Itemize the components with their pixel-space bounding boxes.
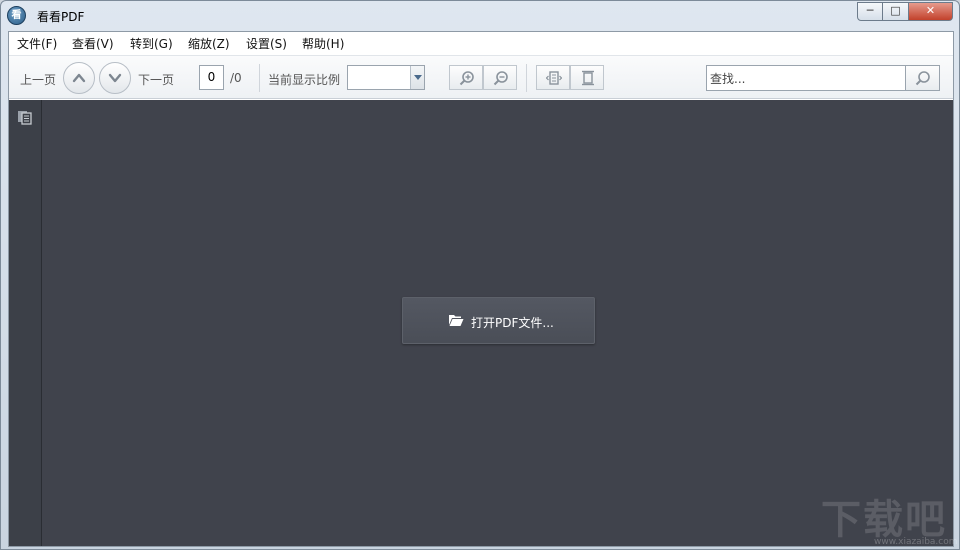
search-icon <box>915 71 930 86</box>
page-number-input[interactable]: 0 <box>199 65 224 90</box>
zoom-in-icon <box>459 71 474 86</box>
open-pdf-button[interactable]: 打开PDF文件... <box>402 297 595 344</box>
toolbar-divider <box>526 64 527 92</box>
zoom-in-button[interactable] <box>449 65 483 90</box>
site-watermark: 下载吧 www.xiazaiba.com <box>819 487 959 549</box>
next-page-label[interactable]: 下一页 <box>138 71 174 88</box>
menu-bar: 文件(F) 查看(V) 转到(G) 缩放(Z) 设置(S) 帮助(H) <box>9 32 953 54</box>
menu-view[interactable]: 查看(V) <box>72 35 114 52</box>
fit-page-icon <box>582 70 594 86</box>
close-button[interactable]: ✕ <box>909 2 953 21</box>
next-page-button[interactable] <box>99 62 131 94</box>
toolbar-divider <box>259 64 260 92</box>
open-pdf-label: 打开PDF文件... <box>471 316 554 330</box>
menu-file[interactable]: 文件(F) <box>17 35 57 52</box>
dropdown-arrow-icon[interactable] <box>410 66 424 89</box>
zoom-ratio-select[interactable] <box>347 65 425 90</box>
open-folder-icon <box>449 315 464 326</box>
chevron-up-icon <box>72 73 86 83</box>
page-total: /0 <box>230 71 242 85</box>
fit-width-button[interactable] <box>536 65 570 90</box>
fit-width-icon <box>546 71 562 85</box>
prev-page-button[interactable] <box>63 62 95 94</box>
search-button[interactable] <box>905 65 940 91</box>
pages-icon[interactable] <box>17 109 33 125</box>
app-window: 看 看看PDF ─ □ ✕ 文件(F) 查看(V) 转到(G) 缩放(Z) 设置… <box>0 0 960 550</box>
zoom-out-icon <box>493 71 508 86</box>
prev-page-label[interactable]: 上一页 <box>20 71 56 88</box>
window-title: 看看PDF <box>37 10 85 24</box>
menu-settings[interactable]: 设置(S) <box>246 35 287 52</box>
client-area: 文件(F) 查看(V) 转到(G) 缩放(Z) 设置(S) 帮助(H) 上一页 … <box>8 31 954 547</box>
toolbar: 上一页 下一页 0 /0 当前显示比例 查找... <box>9 55 953 99</box>
watermark-url: www.xiazaiba.com <box>874 537 958 547</box>
document-canvas[interactable]: 打开PDF文件... <box>42 100 953 546</box>
chevron-down-icon <box>108 73 122 83</box>
menu-goto[interactable]: 转到(G) <box>130 35 173 52</box>
window-controls: ─ □ ✕ <box>857 2 953 21</box>
menu-zoom[interactable]: 缩放(Z) <box>188 35 230 52</box>
search-input[interactable]: 查找... <box>706 65 906 91</box>
title-bar[interactable]: 看 看看PDF ─ □ ✕ <box>1 1 959 31</box>
maximize-button[interactable]: □ <box>883 2 909 21</box>
fit-page-button[interactable] <box>570 65 604 90</box>
minimize-button[interactable]: ─ <box>857 2 883 21</box>
zoom-out-button[interactable] <box>483 65 517 90</box>
left-sidebar <box>9 100 42 546</box>
zoom-ratio-label: 当前显示比例 <box>268 73 341 87</box>
app-logo-icon: 看 <box>7 6 26 25</box>
menu-help[interactable]: 帮助(H) <box>302 35 344 52</box>
